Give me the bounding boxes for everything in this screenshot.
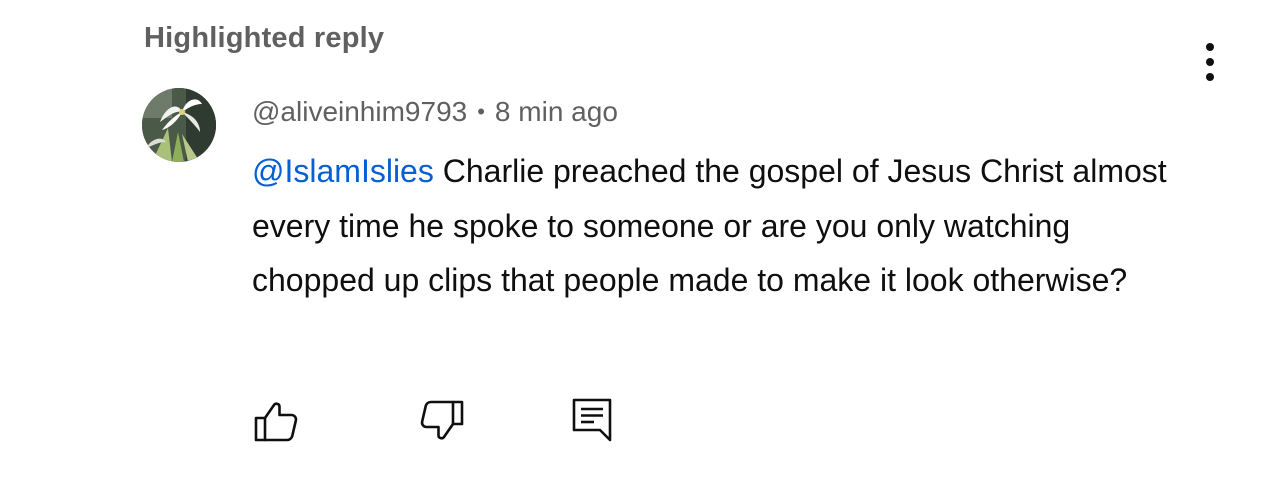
mention-link[interactable]: @IslamIslies	[252, 153, 434, 189]
like-button[interactable]	[252, 396, 302, 446]
thumbs-up-icon	[254, 402, 298, 442]
comment-meta: @aliveinhim9793 • 8 min ago	[252, 92, 1212, 132]
avatar[interactable]	[142, 88, 216, 162]
comment-text: @IslamIslies Charlie preached the gospel…	[252, 144, 1192, 308]
dislike-button[interactable]	[416, 396, 466, 446]
thumbs-down-icon	[420, 400, 464, 440]
author-handle[interactable]: @aliveinhim9793	[252, 96, 467, 127]
more-vertical-icon-dot	[1206, 73, 1214, 81]
more-vertical-icon-dot	[1206, 58, 1214, 66]
more-options-button[interactable]	[1192, 40, 1228, 84]
reply-button[interactable]	[568, 396, 618, 446]
comment-body: @aliveinhim9793 • 8 min ago @IslamIslies C…	[252, 92, 1212, 308]
meta-separator: •	[477, 99, 485, 124]
comment-time[interactable]: 8 min ago	[495, 96, 618, 127]
highlighted-reply-label: Highlighted reply	[144, 22, 385, 54]
more-vertical-icon	[1206, 43, 1214, 51]
lily-flower-avatar-image	[142, 88, 216, 162]
comment-reply-icon	[572, 398, 612, 442]
